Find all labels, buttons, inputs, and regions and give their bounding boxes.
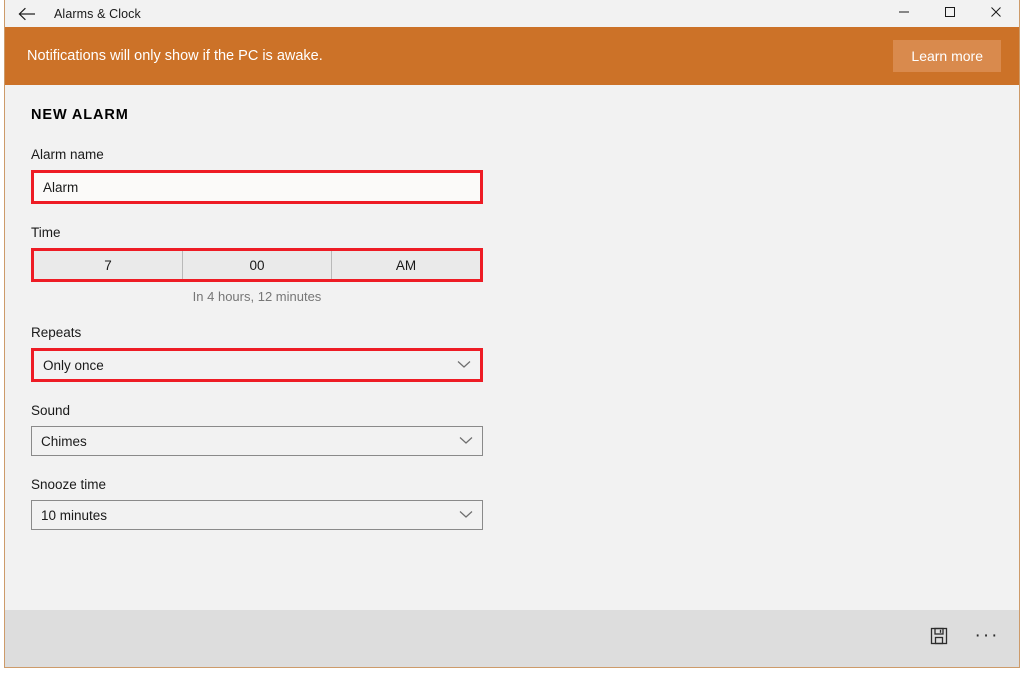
save-floppy-icon (929, 626, 949, 651)
repeats-label: Repeats (31, 325, 1019, 340)
field-alarm-name: Alarm name (31, 147, 1019, 204)
close-icon (990, 5, 1002, 23)
field-repeats: Repeats Only once (31, 325, 1019, 382)
repeats-highlight: Only once (31, 348, 483, 382)
app-window: Alarms & Clock (4, 0, 1020, 668)
sound-label: Sound (31, 403, 1019, 418)
time-helper-text: In 4 hours, 12 minutes (31, 289, 483, 304)
caption-buttons (881, 0, 1019, 27)
snooze-time-label: Snooze time (31, 477, 1019, 492)
save-button[interactable] (915, 615, 963, 663)
sound-dropdown[interactable]: Chimes (31, 426, 483, 456)
snooze-time-wrap: 10 minutes (31, 500, 483, 530)
alarm-name-label: Alarm name (31, 147, 1019, 162)
field-snooze-time: Snooze time 10 minutes (31, 477, 1019, 530)
time-period-selector[interactable]: AM (331, 251, 480, 279)
time-picker: 7 00 AM (34, 251, 480, 279)
title-bar: Alarms & Clock (5, 0, 1019, 27)
more-options-button[interactable]: ··· (963, 615, 1011, 663)
chevron-down-icon (459, 506, 473, 524)
sound-wrap: Chimes (31, 426, 483, 456)
chevron-down-icon (457, 356, 471, 374)
field-sound: Sound Chimes (31, 403, 1019, 456)
maximize-button[interactable] (927, 0, 973, 27)
back-arrow-icon (18, 7, 36, 21)
chevron-down-icon (459, 432, 473, 450)
window-title: Alarms & Clock (54, 7, 141, 21)
close-button[interactable] (973, 0, 1019, 27)
time-picker-highlight: 7 00 AM (31, 248, 483, 282)
minimize-icon (898, 5, 910, 23)
main-content: NEW ALARM Alarm name Time 7 00 AM In 4 h… (5, 85, 1019, 610)
minimize-button[interactable] (881, 0, 927, 27)
notification-bar: Notifications will only show if the PC i… (5, 27, 1019, 85)
learn-more-button[interactable]: Learn more (893, 40, 1001, 72)
time-minute-selector[interactable]: 00 (182, 251, 331, 279)
ellipsis-icon: ··· (975, 626, 1000, 645)
time-hour-selector[interactable]: 7 (34, 251, 182, 279)
notification-message: Notifications will only show if the PC i… (27, 48, 893, 64)
snooze-time-value: 10 minutes (41, 508, 459, 523)
sound-value: Chimes (41, 434, 459, 449)
alarm-name-input[interactable] (34, 173, 480, 201)
command-bar: ··· (5, 610, 1019, 667)
snooze-time-dropdown[interactable]: 10 minutes (31, 500, 483, 530)
repeats-dropdown[interactable]: Only once (34, 351, 480, 379)
field-time: Time 7 00 AM In 4 hours, 12 minutes (31, 225, 1019, 304)
back-button[interactable] (5, 0, 49, 27)
page-title: NEW ALARM (31, 107, 1019, 123)
time-label: Time (31, 225, 1019, 240)
maximize-icon (944, 5, 956, 23)
repeats-value: Only once (43, 358, 457, 373)
alarm-name-highlight (31, 170, 483, 204)
